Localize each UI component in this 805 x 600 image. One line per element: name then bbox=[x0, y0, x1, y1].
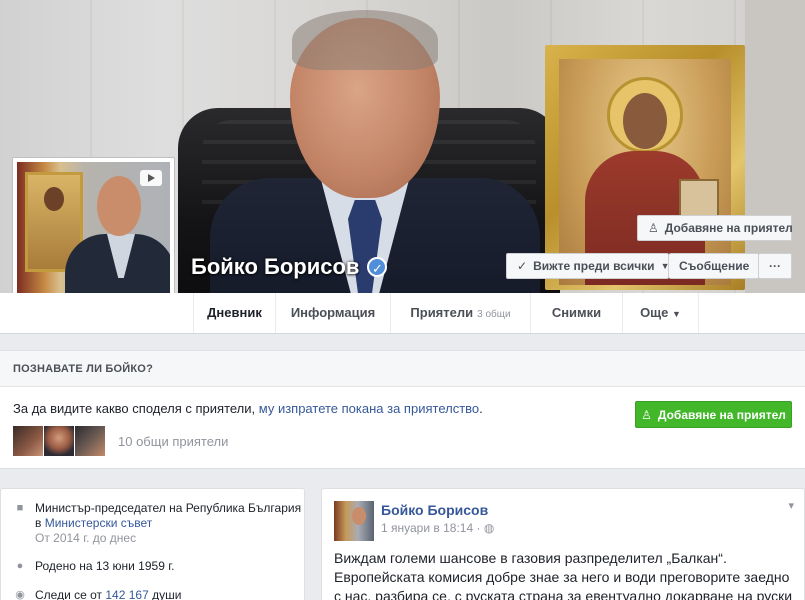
verified-badge-icon: ✓ bbox=[367, 257, 388, 277]
video-icon[interactable] bbox=[140, 170, 162, 186]
briefcase-icon: ■ bbox=[16, 502, 24, 514]
intro-work-text: Министър-председател на Република Българ… bbox=[35, 501, 301, 546]
post-text: Виждам големи шансове в газовия разпреде… bbox=[334, 550, 793, 600]
check-icon: ✓ bbox=[517, 259, 528, 273]
profile-name-text[interactable]: Бойко Борисов bbox=[191, 254, 359, 280]
prompt-prefix: За да видите какво споделя с приятели, bbox=[13, 401, 259, 416]
message-button[interactable]: Съобщение bbox=[669, 253, 759, 279]
message-label: Съобщение bbox=[679, 259, 750, 273]
caret-down-icon: ▼ bbox=[672, 309, 681, 319]
dot-separator: · bbox=[476, 521, 484, 535]
birthday-cake-icon: ● bbox=[16, 560, 24, 572]
job-title: Министър-председател на Република Българ… bbox=[35, 501, 302, 515]
profile-picture-head bbox=[97, 176, 141, 236]
add-friend-green-button[interactable]: ♙ Добавяне на приятел bbox=[635, 401, 792, 428]
job-org-link[interactable]: Министерски съвет bbox=[45, 516, 153, 530]
mutual-friend-avatar[interactable] bbox=[75, 426, 105, 456]
facebook-profile-page: Бойко Борисов ✓ ♙ Добавяне на приятел ✓ … bbox=[0, 0, 805, 600]
tab-photos[interactable]: Снимки bbox=[530, 293, 622, 333]
tab-about-label: Информация bbox=[290, 305, 376, 320]
post-card: Бойко Борисов 1 януари в 18:14 · ◍ ▾ Виж… bbox=[321, 488, 805, 600]
birthday-text: Родено на 13 юни 1959 г. bbox=[35, 559, 175, 573]
mutual-friend-avatar[interactable] bbox=[13, 426, 43, 456]
tab-more-label: Още bbox=[640, 305, 669, 320]
friend-request-prompt: За да видите какво споделя с приятели, м… bbox=[13, 401, 483, 416]
tab-timeline[interactable]: Дневник bbox=[193, 293, 275, 333]
person-add-icon: ♙ bbox=[641, 407, 652, 422]
see-first-label: Вижте преди всички bbox=[533, 259, 655, 273]
more-dots-icon: ··· bbox=[769, 259, 781, 273]
job-in: в bbox=[35, 516, 45, 530]
prompt-suffix: . bbox=[479, 401, 483, 416]
more-options-button[interactable]: ··· bbox=[759, 253, 792, 279]
add-friend-label: Добавяне на приятел bbox=[664, 221, 793, 235]
profile-tab-bar: Дневник Информация Приятели 3 общи Снимки… bbox=[0, 293, 805, 334]
globe-icon: ◍ bbox=[483, 521, 495, 535]
tab-friends-count: 3 общи bbox=[477, 309, 511, 320]
cover-icon-face bbox=[623, 93, 667, 149]
tab-about[interactable]: Информация bbox=[275, 293, 390, 333]
cover-hair bbox=[292, 10, 438, 70]
see-first-button[interactable]: ✓ Вижте преди всички ▼ bbox=[506, 253, 669, 279]
rss-icon: ◉ bbox=[15, 589, 25, 600]
job-org-line: в Министерски съвет bbox=[35, 516, 301, 531]
followers-prefix: Следи се от bbox=[35, 588, 106, 600]
intro-work: ■ Министър-председател на Република Бълг… bbox=[13, 501, 301, 546]
tab-friends[interactable]: Приятели 3 общи bbox=[390, 293, 530, 333]
post-options-chevron-icon[interactable]: ▾ bbox=[788, 499, 794, 512]
post-meta: 1 януари в 18:14 · ◍ bbox=[381, 521, 494, 535]
do-you-know-header: ПОЗНАВАТЕ ЛИ БОЙКО? bbox=[0, 351, 805, 387]
mutual-friends-row: 10 общи приятели bbox=[13, 426, 228, 456]
job-since: От 2014 г. до днес bbox=[35, 531, 137, 545]
add-friend-green-label: Добавяне на приятел bbox=[657, 407, 786, 422]
mutual-friend-avatar[interactable] bbox=[44, 426, 74, 456]
send-friend-request-link[interactable]: му изпратете покана за приятелство bbox=[259, 401, 479, 416]
tab-photos-label: Снимки bbox=[551, 305, 602, 320]
do-you-know-card: ПОЗНАВАТЕ ЛИ БОЙКО? За да видите какво с… bbox=[0, 350, 805, 469]
profile-picture-image bbox=[17, 162, 170, 314]
intro-followers: ◉ Следи се от 142 167 души bbox=[13, 588, 181, 600]
intro-birthday: ● Родено на 13 юни 1959 г. bbox=[13, 559, 175, 574]
post-timestamp[interactable]: 1 януари в 18:14 bbox=[381, 521, 473, 535]
mutual-friends-count[interactable]: 10 общи приятели bbox=[118, 434, 228, 449]
tab-more[interactable]: Още ▼ bbox=[622, 293, 699, 333]
intro-card: ■ Министър-председател на Република Бълг… bbox=[0, 488, 305, 600]
tab-friends-label: Приятели bbox=[410, 305, 474, 320]
post-author-avatar[interactable] bbox=[334, 501, 374, 541]
cover-wall-right bbox=[745, 0, 805, 293]
add-friend-button[interactable]: ♙ Добавяне на приятел bbox=[637, 215, 793, 241]
followers-suffix: души bbox=[148, 588, 182, 600]
cover-icon-inner bbox=[559, 59, 731, 285]
tab-timeline-label: Дневник bbox=[207, 305, 262, 320]
followers-text: Следи се от 142 167 души bbox=[35, 588, 181, 600]
person-add-icon: ♙ bbox=[648, 221, 659, 235]
profile-name[interactable]: Бойко Борисов ✓ bbox=[191, 254, 388, 280]
post-author-name[interactable]: Бойко Борисов bbox=[381, 502, 488, 518]
followers-count-link[interactable]: 142 167 bbox=[105, 588, 148, 600]
